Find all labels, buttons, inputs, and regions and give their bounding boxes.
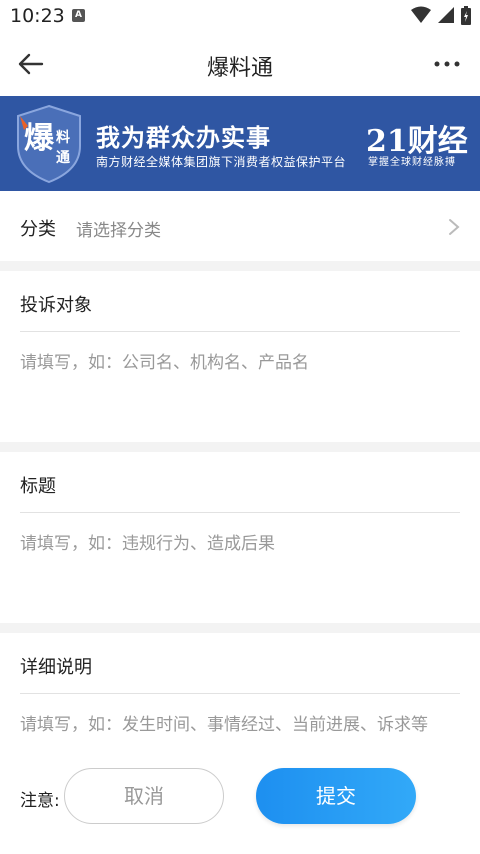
banner-subtitle: 南方财经全媒体集团旗下消费者权益保护平台 <box>96 155 347 169</box>
section-gap <box>0 442 480 452</box>
title-section: 标题 请填写，如：违规行为、造成后果 <box>0 452 480 623</box>
page-title: 爆料通 <box>206 56 273 81</box>
title-label: 标题 <box>20 476 56 497</box>
details-note-prefix: 注意: <box>20 791 60 811</box>
details-label: 详细说明 <box>20 657 92 678</box>
chevron-right-icon <box>449 219 460 235</box>
section-gap <box>0 623 480 633</box>
status-bar: 10:23 A <box>0 0 480 32</box>
complaint-target-section: 投诉对象 请填写，如：公司名、机构名、产品名 <box>0 271 480 442</box>
battery-charging-icon <box>461 6 471 25</box>
category-label: 分类 <box>20 219 56 240</box>
category-select[interactable]: 分类 请选择分类 <box>0 191 480 261</box>
complaint-target-label: 投诉对象 <box>20 295 92 316</box>
wifi-icon <box>411 6 431 23</box>
submit-button[interactable]: 提交 <box>256 768 416 824</box>
svg-text:爆: 爆 <box>24 121 55 156</box>
title-input[interactable]: 请填写，如：违规行为、造成后果 <box>20 525 460 615</box>
divider <box>20 693 460 694</box>
notification-a-icon: A <box>72 9 85 22</box>
baoliaotong-logo: 爆 料 通 <box>17 104 81 184</box>
more-horizontal-icon[interactable] <box>432 52 462 76</box>
banner-brand-subtitle: 掌握全球财经脉搏 <box>368 157 456 168</box>
status-time: 10:23 <box>10 5 65 27</box>
details-section: 详细说明 请填写，如：发生时间、事情经过、当前进展、诉求等 <box>0 633 480 854</box>
category-placeholder: 请选择分类 <box>76 221 161 241</box>
cancel-button[interactable]: 取消 <box>64 768 224 824</box>
section-gap <box>0 261 480 271</box>
banner-slogan: 我为群众办实事 <box>96 124 271 152</box>
promo-banner[interactable]: 爆 料 通 我为群众办实事 南方财经全媒体集团旗下消费者权益保护平台 21财经 … <box>0 96 480 191</box>
svg-text:通: 通 <box>56 150 70 166</box>
app-bar: 爆料通 <box>0 32 480 96</box>
signal-icon <box>438 7 454 23</box>
divider <box>20 512 460 513</box>
divider <box>20 331 460 332</box>
complaint-target-input[interactable]: 请填写，如：公司名、机构名、产品名 <box>20 344 460 434</box>
svg-text:料: 料 <box>56 129 70 146</box>
